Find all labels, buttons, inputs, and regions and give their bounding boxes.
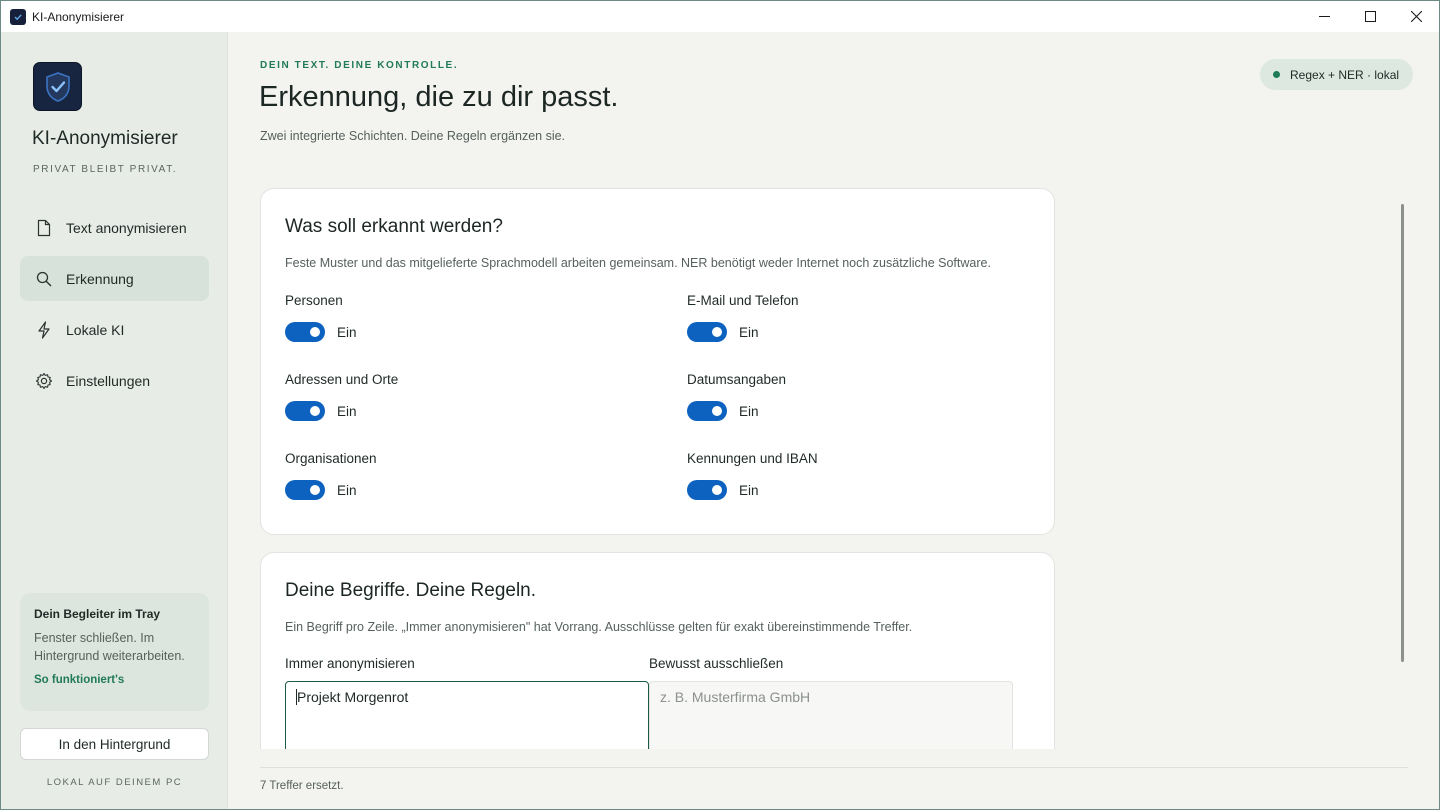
detection-card-title: Was soll erkannt werden?: [285, 216, 503, 237]
sidebar-item-label: Text anonymisieren: [66, 219, 187, 236]
app-logo: [33, 62, 82, 111]
document-icon: [35, 219, 53, 237]
background-button[interactable]: In den Hintergrund: [20, 728, 209, 760]
exclude-textarea[interactable]: z. B. Musterfirma GmbH: [649, 681, 1013, 749]
toggle-label: Personen: [285, 293, 343, 308]
always-anonymize-textarea[interactable]: Projekt Morgenrot: [285, 681, 649, 749]
window-title: KI-Anonymisierer: [32, 9, 125, 24]
search-icon: [35, 270, 53, 288]
exclude-label: Bewusst ausschließen: [649, 656, 784, 671]
toggle-label: Datumsangaben: [687, 372, 787, 387]
toggle-adressen-orte: Adressen und Orte Ein: [285, 372, 687, 451]
sidebar-footer: LOKAL AUF DEINEM PC: [46, 777, 183, 788]
main-content: DEIN TEXT. DEINE KONTROLLE. Erkennung, d…: [229, 32, 1439, 809]
title-bar: KI-Anonymisierer: [1, 1, 1439, 32]
brand-name: KI-Anonymisierer: [32, 128, 178, 149]
lightning-icon: [35, 320, 53, 339]
app-shield-icon: [10, 8, 26, 25]
brand-tagline: PRIVAT BLEIBT PRIVAT.: [33, 164, 178, 175]
tray-card-text: Fenster schließen. Im Hintergrund weiter…: [34, 631, 185, 663]
rules-card-description: Ein Begriff pro Zeile. „Immer anonymisie…: [285, 620, 913, 634]
status-badge: Regex + NER · lokal: [1260, 59, 1414, 90]
toggle-datumsangaben: Datumsangaben Ein: [687, 372, 1030, 451]
toggle-label: E-Mail und Telefon: [687, 293, 799, 308]
toggle-organisationen: Organisationen Ein: [285, 451, 687, 530]
rules-card: Deine Begriffe. Deine Regeln. Ein Begrif…: [260, 552, 1055, 749]
page-title: Erkennung, die zu dir passt.: [259, 81, 619, 113]
sidebar-item-einstellungen[interactable]: Einstellungen: [20, 358, 209, 403]
toggle-personen: Personen Ein: [285, 293, 687, 372]
toggle-state: Ein: [337, 324, 357, 340]
email-telefon-switch[interactable]: [687, 322, 727, 342]
toggle-row: Ein: [285, 322, 687, 342]
kennungen-iban-switch[interactable]: [687, 480, 727, 500]
toggle-kennungen-iban: Kennungen und IBAN Ein: [687, 451, 1030, 530]
sidebar-item-lokale-ki[interactable]: Lokale KI: [20, 307, 209, 352]
scroll-area: Was soll erkannt werden? Feste Muster un…: [260, 188, 1055, 749]
minimize-button[interactable]: [1301, 1, 1347, 32]
sidebar-item-erkennung[interactable]: Erkennung: [20, 256, 209, 301]
datumsangaben-switch[interactable]: [687, 401, 727, 421]
toggle-state: Ein: [739, 482, 759, 498]
always-label: Immer anonymisieren: [285, 656, 415, 671]
vertical-scrollbar[interactable]: [1401, 204, 1404, 662]
status-dot-icon: [1273, 71, 1280, 78]
toggle-row: Ein: [687, 480, 1030, 500]
sidebar-item-label: Erkennung: [66, 270, 134, 287]
page-subtitle: Zwei integrierte Schichten. Deine Regeln…: [260, 129, 566, 143]
sidebar-nav: Text anonymisieren Erkennung Lokale KI E…: [20, 205, 209, 409]
exclude-placeholder: z. B. Musterfirma GmbH: [660, 689, 811, 705]
toggle-row: Ein: [285, 480, 687, 500]
window-controls: [1301, 1, 1439, 32]
always-column: Immer anonymisieren Projekt Morgenrot: [285, 656, 665, 749]
toggle-state: Ein: [337, 403, 357, 419]
detection-card: Was soll erkannt werden? Feste Muster un…: [260, 188, 1055, 535]
toggle-row: Ein: [687, 401, 1030, 421]
gear-icon: [35, 372, 53, 390]
sidebar-item-label: Einstellungen: [66, 372, 151, 389]
shield-check-icon: [45, 71, 70, 102]
adressen-orte-switch[interactable]: [285, 401, 325, 421]
toggle-state: Ein: [739, 403, 759, 419]
minimize-icon: [1318, 16, 1330, 17]
organisationen-switch[interactable]: [285, 480, 325, 500]
detection-toggles: Personen Ein E-Mail und Telefon Ein Adre…: [285, 293, 1030, 530]
status-badge-label: Regex + NER · lokal: [1290, 67, 1400, 82]
toggle-email-telefon: E-Mail und Telefon Ein: [687, 293, 1030, 372]
tray-card-link[interactable]: So funktioniert's: [34, 674, 195, 686]
tray-card-title: Dein Begleiter im Tray: [34, 607, 161, 621]
toggle-row: Ein: [285, 401, 687, 421]
status-bar-text: 7 Treffer ersetzt.: [260, 780, 344, 792]
rules-card-title: Deine Begriffe. Deine Regeln.: [285, 580, 537, 601]
detection-card-description: Feste Muster und das mitgelieferte Sprac…: [285, 256, 991, 270]
page-eyebrow: DEIN TEXT. DEINE KONTROLLE.: [260, 60, 459, 71]
app-window: KI-Anonymisierer KI-Anonymisierer PRIVAT…: [0, 0, 1440, 810]
rules-grid: Immer anonymisieren Projekt Morgenrot Be…: [285, 656, 1030, 749]
exclude-column: Bewusst ausschließen z. B. Musterfirma G…: [649, 656, 1013, 749]
close-button[interactable]: [1393, 1, 1439, 32]
sidebar-item-text-anonymisieren[interactable]: Text anonymisieren: [20, 205, 209, 250]
tray-info-card: Dein Begleiter im Tray Fenster schließen…: [20, 593, 209, 711]
sidebar-item-label: Lokale KI: [66, 321, 125, 338]
maximize-icon: [1364, 11, 1376, 22]
toggle-label: Organisationen: [285, 451, 377, 466]
toggle-label: Kennungen und IBAN: [687, 451, 818, 466]
personen-switch[interactable]: [285, 322, 325, 342]
sidebar: KI-Anonymisierer PRIVAT BLEIBT PRIVAT. T…: [1, 32, 228, 809]
toggle-state: Ein: [337, 482, 357, 498]
toggle-row: Ein: [687, 322, 1030, 342]
toggle-state: Ein: [739, 324, 759, 340]
maximize-button[interactable]: [1347, 1, 1393, 32]
close-icon: [1410, 11, 1422, 22]
always-anonymize-value: Projekt Morgenrot: [297, 689, 409, 705]
status-bar: 7 Treffer ersetzt.: [260, 767, 1408, 792]
toggle-label: Adressen und Orte: [285, 372, 399, 387]
